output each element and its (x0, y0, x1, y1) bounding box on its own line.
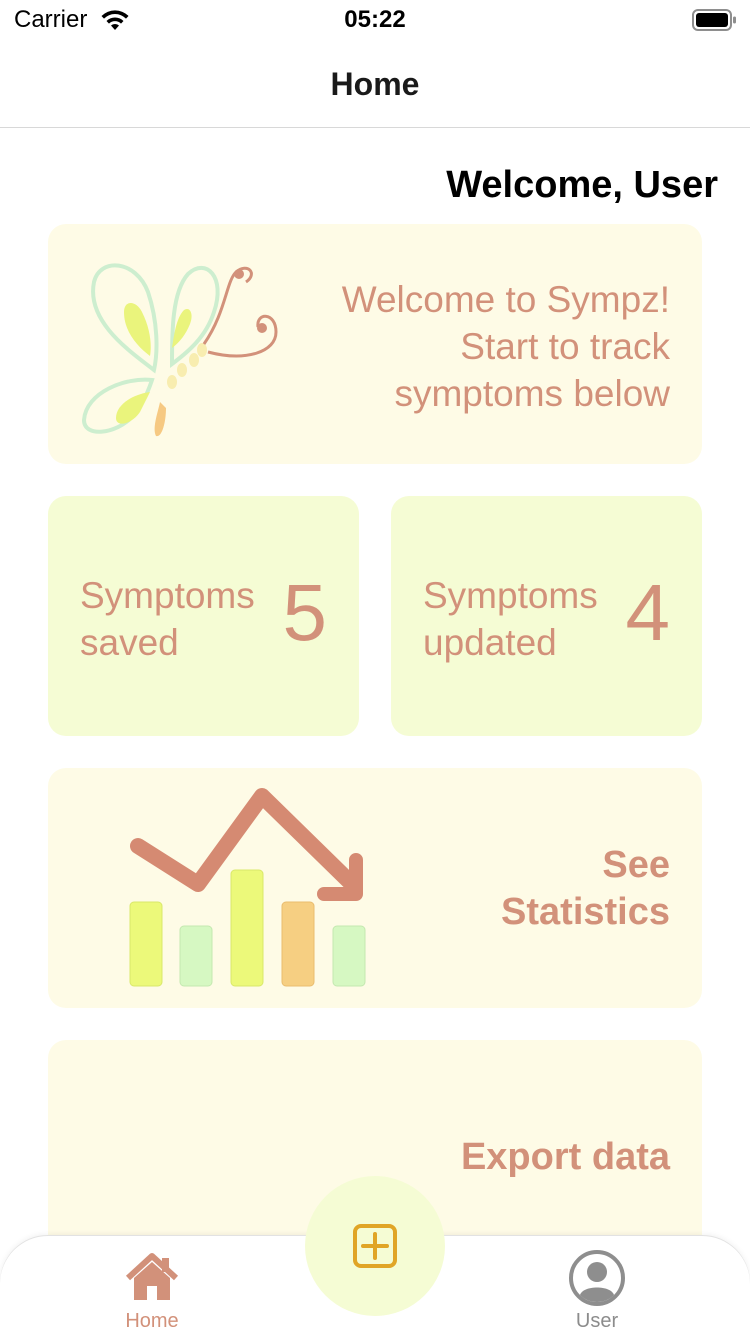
intro-message: Welcome to Sympz! Start to track symptom… (342, 276, 670, 417)
welcome-heading: Welcome, User (446, 164, 718, 206)
symptoms-updated-label: Symptoms updated (423, 572, 598, 666)
butterfly-logo (81, 263, 278, 437)
symptoms-saved-label-line-1: Symptoms (80, 575, 255, 616)
intro-line-2: Start to track (460, 326, 670, 367)
symptoms-saved-label-line-2: saved (80, 622, 179, 663)
tab-home-label: Home (125, 1310, 179, 1332)
symptoms-updated-count: 4 (625, 568, 671, 657)
tab-user-label: User (575, 1310, 619, 1332)
symptoms-updated-label-line-1: Symptoms (423, 575, 598, 616)
tab-user[interactable]: User (517, 1236, 677, 1334)
export-data-label: Export data (460, 1136, 670, 1178)
symptoms-updated-label-line-2: updated (423, 622, 557, 663)
navigation-bar: Home (0, 42, 750, 128)
symptoms-updated-card[interactable]: Symptoms updated 4 (391, 496, 702, 736)
tab-home[interactable]: Home (72, 1236, 232, 1334)
see-statistics-line-1: See (602, 844, 670, 886)
battery-icon (692, 9, 736, 31)
page-title: Home (330, 66, 420, 102)
status-bar: Carrier 05:22 (0, 0, 750, 42)
symptoms-saved-label: Symptoms saved (80, 572, 255, 666)
home-icon (125, 1253, 179, 1300)
symptoms-saved-count: 5 (282, 568, 328, 657)
intro-line-1: Welcome to Sympz! (341, 279, 670, 320)
symptoms-saved-card[interactable]: Symptoms saved 5 (48, 496, 359, 736)
see-statistics-line-2: Statistics (501, 891, 670, 933)
chart-trend-icon (129, 788, 366, 987)
plus-square-icon (353, 1224, 397, 1268)
clock: 05:22 (344, 6, 406, 33)
add-symptom-button[interactable] (305, 1176, 445, 1316)
see-statistics-card[interactable]: See Statistics (48, 768, 702, 1008)
see-statistics-label: See Statistics (501, 842, 670, 936)
intro-card: Welcome to Sympz! Start to track symptom… (48, 224, 702, 464)
intro-line-3: symptoms below (394, 373, 670, 414)
user-icon (569, 1250, 625, 1306)
